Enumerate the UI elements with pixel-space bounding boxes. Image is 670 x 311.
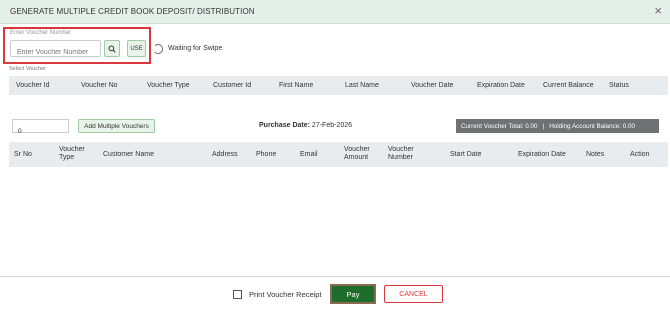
col-action: Action [630, 151, 650, 158]
swipe-status-label: Waiting for Swipe [168, 45, 223, 52]
voucher-quantity-wrap [12, 119, 69, 138]
col-status: Status [609, 82, 629, 89]
voucher-number-label: Enter Voucher Number [10, 30, 72, 36]
voucher-quantity-input[interactable] [13, 125, 68, 138]
close-icon[interactable]: × [654, 4, 662, 18]
print-receipt-label[interactable]: Print Voucher Receipt [249, 290, 322, 299]
cancel-button[interactable]: CANCEL [384, 285, 443, 303]
current-voucher-total: Current Voucher Total: 0.00 [461, 122, 538, 130]
col-customer-id: Customer Id [213, 82, 252, 89]
col-last-name: Last Name [345, 82, 379, 89]
col-voucher-id: Voucher Id [16, 82, 50, 89]
col-first-name: First Name [279, 82, 314, 89]
totals-bar: Current Voucher Total: 0.00 | Holding Ac… [456, 119, 659, 133]
pay-button[interactable]: Pay [330, 284, 376, 304]
col-voucher-type: Voucher Type [59, 146, 85, 161]
col-current-balance: Current Balance [543, 82, 594, 89]
add-multiple-vouchers-button[interactable]: Add Multiple Vouchers [78, 119, 155, 133]
col-phone: Phone [256, 151, 277, 158]
voucher-number-field-wrap [10, 40, 101, 60]
col-expiration-date: Expiration Date [518, 151, 566, 158]
print-receipt-checkbox[interactable] [233, 290, 242, 299]
col-address: Address [212, 151, 238, 158]
col-notes: Notes [586, 151, 605, 158]
voucher-search-button[interactable] [104, 40, 120, 57]
select-voucher-label: Select Voucher [9, 66, 46, 72]
search-icon [108, 44, 116, 53]
col-sr-no: Sr No [14, 151, 32, 158]
col-voucher-amount: Voucher Amount [344, 146, 370, 161]
modal-title: GENERATE MULTIPLE CREDIT BOOK DEPOSIT/ D… [10, 7, 255, 16]
col-voucher-no: Voucher No [81, 82, 118, 89]
col-customer-name: Customer Name [103, 151, 154, 158]
use-voucher-button[interactable]: USE [127, 40, 146, 57]
modal: GENERATE MULTIPLE CREDIT BOOK DEPOSIT/ D… [0, 0, 670, 311]
select-voucher-table-header: Voucher Id Voucher No Voucher Type Custo… [9, 76, 668, 95]
modal-header: GENERATE MULTIPLE CREDIT BOOK DEPOSIT/ D… [0, 0, 670, 24]
totals-separator: | [542, 122, 545, 130]
col-voucher-number: Voucher Number [388, 146, 414, 161]
col-voucher-type: Voucher Type [147, 82, 190, 89]
col-start-date: Start Date [450, 151, 482, 158]
swipe-spinner-icon [153, 44, 163, 54]
col-email: Email [300, 151, 318, 158]
col-voucher-date: Voucher Date [411, 82, 454, 89]
voucher-detail-table-header: Sr No Voucher Type Customer Name Address… [9, 142, 668, 167]
holding-account-balance: Holding Account Balance: 0.00 [549, 122, 635, 130]
col-expiration-date: Expiration Date [477, 82, 525, 89]
purchase-date-label: Purchase Date: [259, 122, 310, 129]
voucher-number-input[interactable] [11, 45, 100, 60]
purchase-date: Purchase Date: 27-Feb-2026 [259, 122, 352, 129]
purchase-date-value: 27-Feb-2026 [311, 122, 353, 129]
